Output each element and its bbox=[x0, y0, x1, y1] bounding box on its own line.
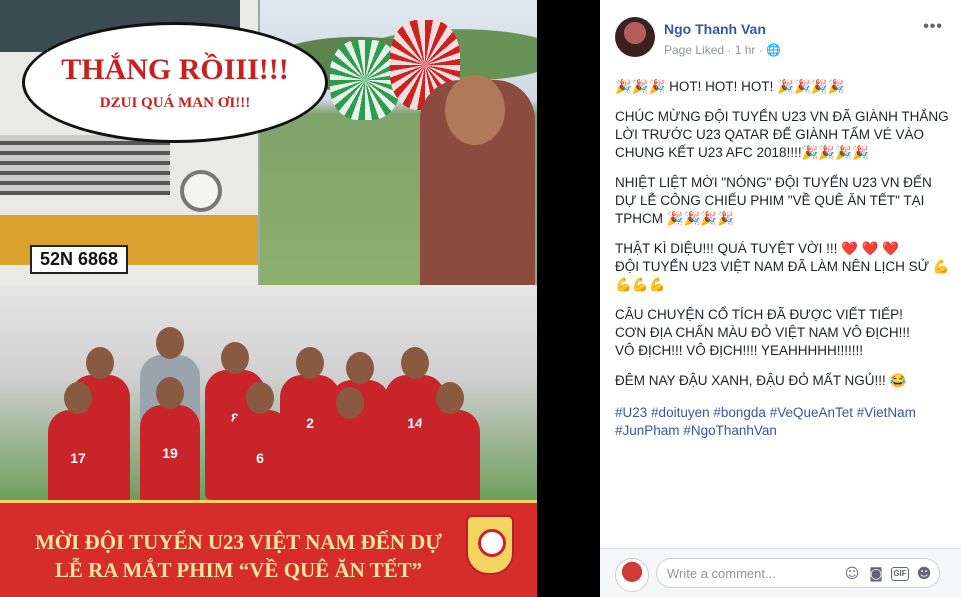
more-options-icon[interactable]: ••• bbox=[923, 18, 943, 36]
player-head bbox=[401, 347, 429, 379]
post-paragraph: CÂU CHUYỆN CỔ TÍCH ĐÃ ĐƯỢC VIẾT TIẾP! CƠ… bbox=[615, 307, 910, 358]
author-avatar[interactable] bbox=[615, 17, 655, 57]
comment-placeholder: Write a comment... bbox=[667, 566, 776, 581]
banner-line-1: MỜI ĐỘI TUYỂN U23 VIỆT NAM ĐẾN DỰ bbox=[34, 530, 442, 554]
player-head bbox=[86, 347, 114, 379]
vff-logo bbox=[466, 515, 514, 575]
truck-grille bbox=[0, 135, 170, 195]
speech-bubble: THẮNG RỒIII!!! DZUI QUÁ MAN ƠI!!! bbox=[22, 22, 328, 143]
player-head bbox=[246, 382, 274, 414]
hashtag-list: #U23 #doituyen #bongda #VeQueAnTet #Viet… bbox=[615, 404, 950, 440]
comment-bar: Write a comment... ☺ ◙ GIF ☻ bbox=[600, 549, 961, 597]
post-header: Ngo Thanh Van Page Liked · 1 hr · 🌐 ••• bbox=[600, 0, 961, 60]
author-name[interactable]: Ngo Thanh Van bbox=[664, 21, 766, 37]
post-paragraph: NHIỆT LIỆT MỜI "NÓNG" ĐỘI TUYỂN U23 VN Đ… bbox=[615, 175, 932, 226]
speech-bubble-main-text: THẮNG RỒIII!!! bbox=[61, 53, 289, 86]
gif-icon[interactable]: GIF bbox=[891, 567, 909, 581]
post-paragraph: ĐÊM NAY ĐẬU XANH, ĐẬU ĐỎ MẤT NGỦ!!! 😂 bbox=[615, 373, 907, 388]
hashtag-link[interactable]: #VietNam bbox=[857, 405, 916, 420]
player-head bbox=[436, 382, 464, 414]
banner-line-2: LỄ RA MẮT PHIM “VỀ QUÊ ĂN TẾT” bbox=[54, 558, 423, 582]
post-paragraph: THẬT KÌ DIỆU!!! QUÁ TUYỆT VỜI !!! ❤️ ❤️ … bbox=[615, 241, 950, 292]
viewer-avatar bbox=[615, 558, 649, 592]
jersey-number: 6 bbox=[256, 450, 264, 466]
post-meta: Page Liked · 1 hr · 🌐 bbox=[664, 43, 781, 57]
hashtag-link[interactable]: #NgoThanhVan bbox=[683, 423, 777, 438]
smiley-icon[interactable]: ☺ bbox=[843, 565, 861, 583]
hashtag-link[interactable]: #VeQueAnTet bbox=[770, 405, 853, 420]
post-photo[interactable]: 52N 6868 THẮNG RỒIII!!! DZUI QUÁ MAN ƠI!… bbox=[0, 0, 537, 597]
post-paragraph: 🎉🎉🎉 HOT! HOT! HOT! 🎉🎉🎉🎉 bbox=[615, 79, 845, 94]
post-side-panel: Ngo Thanh Van Page Liked · 1 hr · 🌐 ••• … bbox=[600, 0, 961, 597]
speech-bubble-sub-text: DZUI QUÁ MAN ƠI!!! bbox=[99, 95, 251, 111]
truck-headlight bbox=[180, 170, 222, 212]
player-head bbox=[156, 327, 184, 359]
top-photo-panel: 52N 6868 THẮNG RỒIII!!! DZUI QUÁ MAN ƠI!… bbox=[0, 0, 537, 285]
hashtag-link[interactable]: #doituyen bbox=[651, 405, 710, 420]
sticker-icon[interactable]: ☻ bbox=[915, 565, 933, 583]
fan-head bbox=[445, 75, 505, 145]
post-paragraph: CHÚC MỪNG ĐỘI TUYỂN U23 VN ĐÃ GIÀNH THẮN… bbox=[615, 109, 949, 160]
player-head bbox=[156, 377, 184, 409]
jersey-number: 19 bbox=[162, 445, 178, 461]
jersey-number: 17 bbox=[70, 450, 86, 466]
player-head bbox=[336, 387, 364, 419]
player-head bbox=[221, 342, 249, 374]
player-head bbox=[346, 352, 374, 384]
post-text: 🎉🎉🎉 HOT! HOT! HOT! 🎉🎉🎉🎉 CHÚC MỪNG ĐỘI TU… bbox=[615, 78, 950, 440]
hashtag-link[interactable]: #U23 bbox=[615, 405, 647, 420]
comment-input[interactable]: Write a comment... ☺ ◙ GIF ☻ bbox=[656, 558, 940, 588]
license-plate: 52N 6868 bbox=[30, 245, 129, 274]
hashtag-link[interactable]: #bongda bbox=[713, 405, 766, 420]
player-head bbox=[64, 382, 92, 414]
camera-icon[interactable]: ◙ bbox=[867, 565, 885, 583]
hashtag-link[interactable]: #JunPham bbox=[615, 423, 680, 438]
football-icon bbox=[478, 529, 506, 557]
player-head bbox=[296, 347, 324, 379]
